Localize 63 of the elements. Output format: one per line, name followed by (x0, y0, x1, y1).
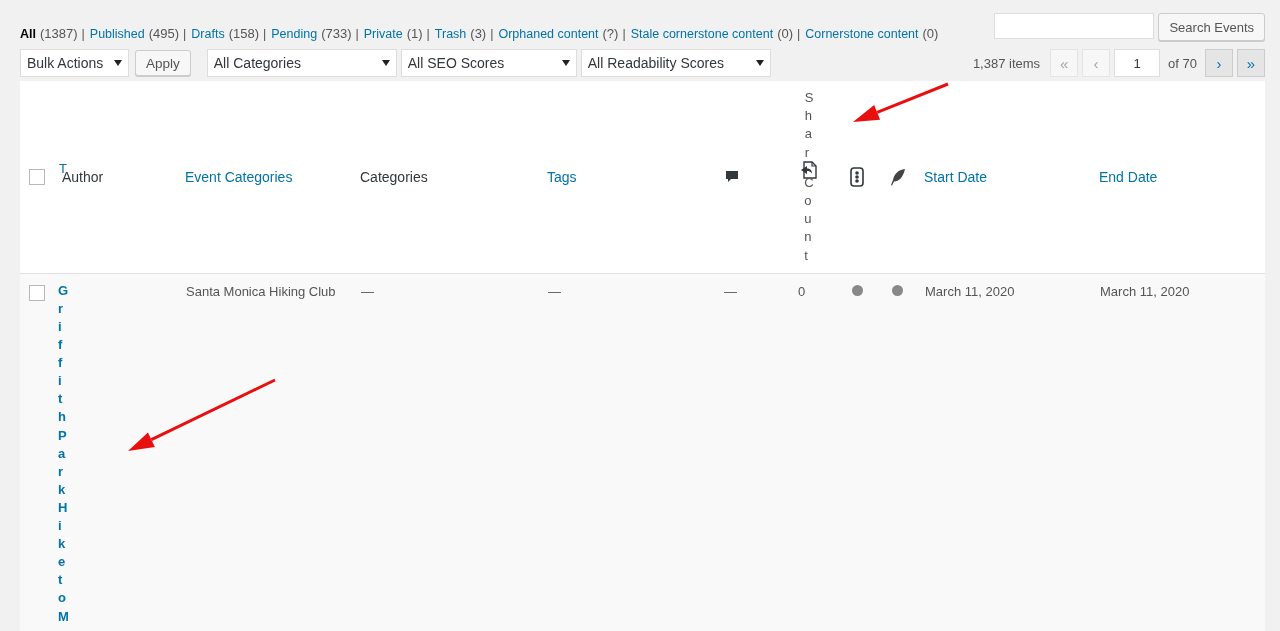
status-count: (3) (470, 26, 487, 41)
status-filter-link[interactable]: Trash (434, 26, 467, 41)
caret-icon (755, 60, 764, 66)
separator: | (797, 26, 801, 41)
select-all-checkbox[interactable] (29, 168, 45, 185)
row-checkbox[interactable] (29, 284, 45, 301)
column-header-link[interactable]: Event Categories (185, 168, 293, 185)
status-count: (?) (602, 26, 619, 41)
status-filter-link[interactable]: All (20, 26, 36, 41)
feather-icon (890, 167, 906, 186)
traffic-light-icon (850, 166, 864, 187)
table-cell: March 11, 2020 (925, 283, 1015, 299)
search-field[interactable] (994, 13, 1155, 39)
column-header: Shar (804, 89, 814, 162)
column-header-link[interactable]: End Date (1099, 168, 1158, 185)
caret-icon (381, 60, 390, 66)
status-count: (158) (228, 26, 260, 41)
separator: | (183, 26, 187, 41)
table-cell: Santa Monica Hiking Club (186, 283, 336, 299)
pagination-button[interactable]: » (1237, 49, 1265, 77)
status-count: (733) (321, 26, 352, 41)
status-filter-link[interactable]: Stale cornerstone content (630, 26, 774, 41)
column-header-link[interactable]: Start Date (924, 168, 988, 185)
status-filter-link[interactable]: Published (89, 26, 145, 41)
separator: | (490, 26, 494, 41)
table-cell: — (724, 283, 737, 299)
filter-dropdown[interactable]: All Categories (206, 49, 397, 77)
status-filter-link[interactable]: Drafts (191, 26, 225, 41)
pagination-button[interactable]: › (1205, 49, 1233, 77)
table-cell: 0 (798, 283, 806, 299)
page-total: of 70 (1168, 55, 1197, 71)
table-cell: — (361, 283, 374, 299)
page-field[interactable]: 1 (1114, 49, 1161, 77)
search-button[interactable]: Search Events (1158, 13, 1265, 41)
status-count: (1) (406, 26, 423, 41)
column-header: Categories (360, 168, 428, 185)
table-cell: March 11, 2020 (1100, 283, 1190, 299)
status-count: (1387) (40, 26, 78, 41)
status-filter-link[interactable]: Cornerstone content (805, 26, 919, 41)
separator: | (426, 26, 430, 41)
status-count: (495) (148, 26, 180, 41)
table-cell: — (548, 283, 561, 299)
filter-dropdown[interactable]: All Readability Scores (580, 49, 771, 77)
share-document-icon (799, 159, 819, 180)
caret-icon (561, 60, 570, 66)
column-header-link[interactable]: Tags (547, 168, 577, 185)
status-filter-link[interactable]: Private (363, 26, 403, 41)
separator: | (355, 26, 359, 41)
separator: | (622, 26, 626, 41)
separator: | (81, 26, 85, 41)
status-filter-link[interactable]: Orphaned content (498, 26, 599, 41)
status-filter-link[interactable]: Pending (271, 26, 318, 41)
status-count: (0) (922, 26, 939, 41)
title-link[interactable]: GriffithParkHiketoM (58, 281, 69, 626)
bulk-actions-dropdown[interactable]: Bulk Actions (20, 49, 129, 77)
separator: | (263, 26, 267, 41)
caret-icon (114, 60, 122, 66)
filter-dropdown[interactable]: All SEO Scores (400, 49, 577, 77)
item-count: 1,387 items (972, 55, 1041, 71)
column-header: Count (804, 173, 814, 265)
apply-button[interactable]: Apply (135, 50, 191, 76)
status-count: (0) (777, 26, 793, 41)
comment-icon (725, 169, 739, 184)
